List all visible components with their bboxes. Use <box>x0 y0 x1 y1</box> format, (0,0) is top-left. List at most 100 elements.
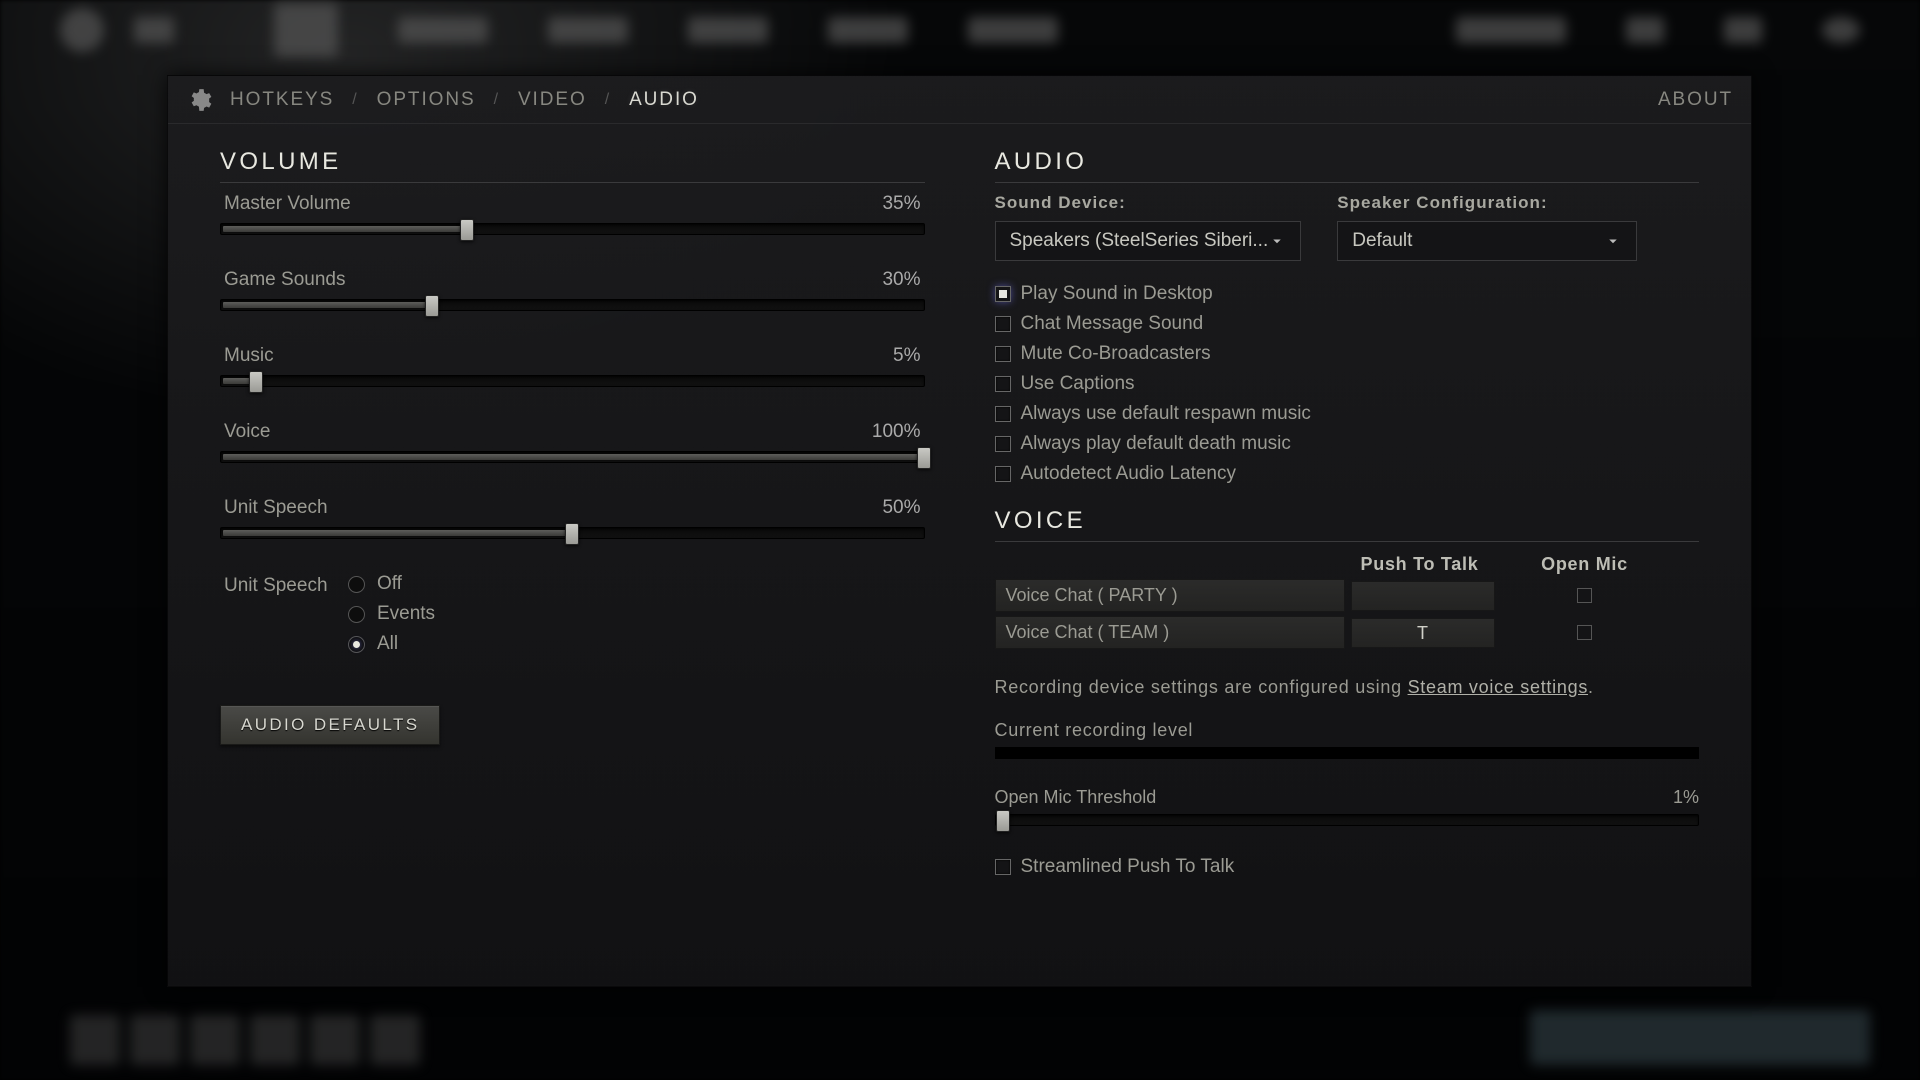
tab-separator: / <box>494 91 500 109</box>
sound-device-label: Sound Device: <box>995 193 1302 213</box>
streamlined-ptt-checkbox-row[interactable]: Streamlined Push To Talk <box>995 856 1700 878</box>
tab-separator: / <box>605 91 611 109</box>
audio-title: AUDIO <box>995 148 1700 183</box>
speaker-config-group: Speaker Configuration: Default <box>1337 193 1637 261</box>
current-recording-level-label: Current recording level <box>995 720 1700 741</box>
speaker-config-dropdown[interactable]: Default <box>1337 221 1637 261</box>
gear-icon[interactable] <box>186 87 212 113</box>
volume-slider[interactable] <box>220 527 925 539</box>
slider-value: 5% <box>893 345 920 367</box>
col-open-mic: Open Mic <box>1495 554 1675 575</box>
unit-speech-off[interactable]: Off <box>348 573 435 595</box>
slider-label: Music <box>224 345 274 367</box>
volume-slider-row: Voice 100% <box>220 421 925 463</box>
audio-checkbox-row[interactable]: Use Captions <box>995 373 1700 395</box>
audio-defaults-button[interactable]: AUDIO DEFAULTS <box>220 705 440 745</box>
volume-slider-row: Game Sounds 30% <box>220 269 925 311</box>
volume-column: VOLUME Master Volume 35% Game Sounds 30% Mus… <box>220 148 925 886</box>
radio-label: All <box>377 633 398 655</box>
audio-checkbox-row[interactable]: Play Sound in Desktop <box>995 283 1700 305</box>
checkbox-label: Always play default death music <box>1021 433 1291 455</box>
voice-team-ptt-key[interactable]: T <box>1351 618 1495 648</box>
chevron-down-icon <box>1604 232 1622 250</box>
checkbox-icon <box>995 859 1011 875</box>
steam-voice-settings-link[interactable]: Steam voice settings <box>1408 677 1588 697</box>
settings-tabs: HOTKEYS / OPTIONS / VIDEO / AUDIO ABOUT <box>168 76 1751 124</box>
voice-team-openmic-checkbox[interactable] <box>1577 625 1592 640</box>
slider-value: 30% <box>882 269 920 291</box>
speaker-config-label: Speaker Configuration: <box>1337 193 1637 213</box>
chevron-down-icon <box>1268 232 1286 250</box>
volume-slider-row: Unit Speech 50% <box>220 497 925 539</box>
checkbox-icon <box>995 346 1011 362</box>
tab-options[interactable]: OPTIONS <box>377 89 476 111</box>
tab-video[interactable]: VIDEO <box>518 89 587 111</box>
checkbox-label: Streamlined Push To Talk <box>1021 856 1235 878</box>
voice-title: VOICE <box>995 507 1700 542</box>
checkbox-icon <box>995 406 1011 422</box>
open-mic-threshold-value: 1% <box>1673 787 1699 808</box>
radio-icon <box>348 636 365 653</box>
unit-speech-all[interactable]: All <box>348 633 435 655</box>
slider-value: 35% <box>882 193 920 215</box>
audio-checkbox-row[interactable]: Always use default respawn music <box>995 403 1700 425</box>
checkbox-label: Chat Message Sound <box>1021 313 1204 335</box>
volume-slider-row: Master Volume 35% <box>220 193 925 235</box>
radio-label: Off <box>377 573 402 595</box>
audio-checkbox-row[interactable]: Always play default death music <box>995 433 1700 455</box>
tab-audio[interactable]: AUDIO <box>629 89 699 111</box>
audio-voice-column: AUDIO Sound Device: Speakers (SteelSerie… <box>995 148 1700 886</box>
checkbox-icon <box>995 376 1011 392</box>
checkbox-icon <box>995 316 1011 332</box>
checkbox-icon <box>995 466 1011 482</box>
slider-label: Unit Speech <box>224 497 328 519</box>
audio-checkbox-row[interactable]: Mute Co-Broadcasters <box>995 343 1700 365</box>
volume-slider[interactable] <box>220 299 925 311</box>
checkbox-label: Play Sound in Desktop <box>1021 283 1213 305</box>
slider-label: Game Sounds <box>224 269 345 291</box>
sound-device-group: Sound Device: Speakers (SteelSeries Sibe… <box>995 193 1302 261</box>
checkbox-icon <box>995 286 1011 302</box>
slider-label: Voice <box>224 421 270 443</box>
slider-label: Master Volume <box>224 193 351 215</box>
voice-chat-party-label: Voice Chat ( PARTY ) <box>995 579 1345 612</box>
tab-hotkeys[interactable]: HOTKEYS <box>230 89 334 111</box>
volume-slider[interactable] <box>220 375 925 387</box>
checkbox-label: Mute Co-Broadcasters <box>1021 343 1211 365</box>
audio-checkbox-row[interactable]: Chat Message Sound <box>995 313 1700 335</box>
voice-party-openmic-checkbox[interactable] <box>1577 588 1592 603</box>
tab-about[interactable]: ABOUT <box>1658 89 1733 111</box>
dropdown-value: Default <box>1352 230 1412 252</box>
unit-speech-radio-group: Unit Speech Off Events All <box>224 573 925 663</box>
volume-slider[interactable] <box>220 451 925 463</box>
col-push-to-talk: Push To Talk <box>1345 554 1495 575</box>
slider-value: 50% <box>882 497 920 519</box>
settings-panel: HOTKEYS / OPTIONS / VIDEO / AUDIO ABOUT … <box>167 75 1752 987</box>
audio-checkbox-row[interactable]: Autodetect Audio Latency <box>995 463 1700 485</box>
voice-table: Push To Talk Open Mic Voice Chat ( PARTY… <box>995 554 1700 649</box>
tab-separator: / <box>352 91 358 109</box>
radio-icon <box>348 606 365 623</box>
checkbox-label: Always use default respawn music <box>1021 403 1311 425</box>
main-nav-blurred <box>0 0 1920 60</box>
checkbox-label: Use Captions <box>1021 373 1135 395</box>
radio-label: Events <box>377 603 435 625</box>
slider-value: 100% <box>872 421 921 443</box>
volume-slider[interactable] <box>220 223 925 235</box>
volume-slider-row: Music 5% <box>220 345 925 387</box>
checkbox-label: Autodetect Audio Latency <box>1021 463 1237 485</box>
sound-device-dropdown[interactable]: Speakers (SteelSeries Siberi... <box>995 221 1302 261</box>
radio-icon <box>348 576 365 593</box>
open-mic-threshold-slider[interactable] <box>995 814 1700 826</box>
current-recording-level-bar <box>995 747 1700 759</box>
unit-speech-events[interactable]: Events <box>348 603 435 625</box>
volume-title: VOLUME <box>220 148 925 183</box>
bottom-bar-blurred <box>0 1010 1920 1080</box>
checkbox-icon <box>995 436 1011 452</box>
dropdown-value: Speakers (SteelSeries Siberi... <box>1010 230 1269 252</box>
recording-device-text: Recording device settings are configured… <box>995 677 1700 698</box>
open-mic-threshold-label: Open Mic Threshold <box>995 787 1157 808</box>
voice-party-ptt-key[interactable] <box>1351 581 1495 611</box>
voice-chat-team-label: Voice Chat ( TEAM ) <box>995 616 1345 649</box>
unit-speech-label: Unit Speech <box>224 573 328 597</box>
